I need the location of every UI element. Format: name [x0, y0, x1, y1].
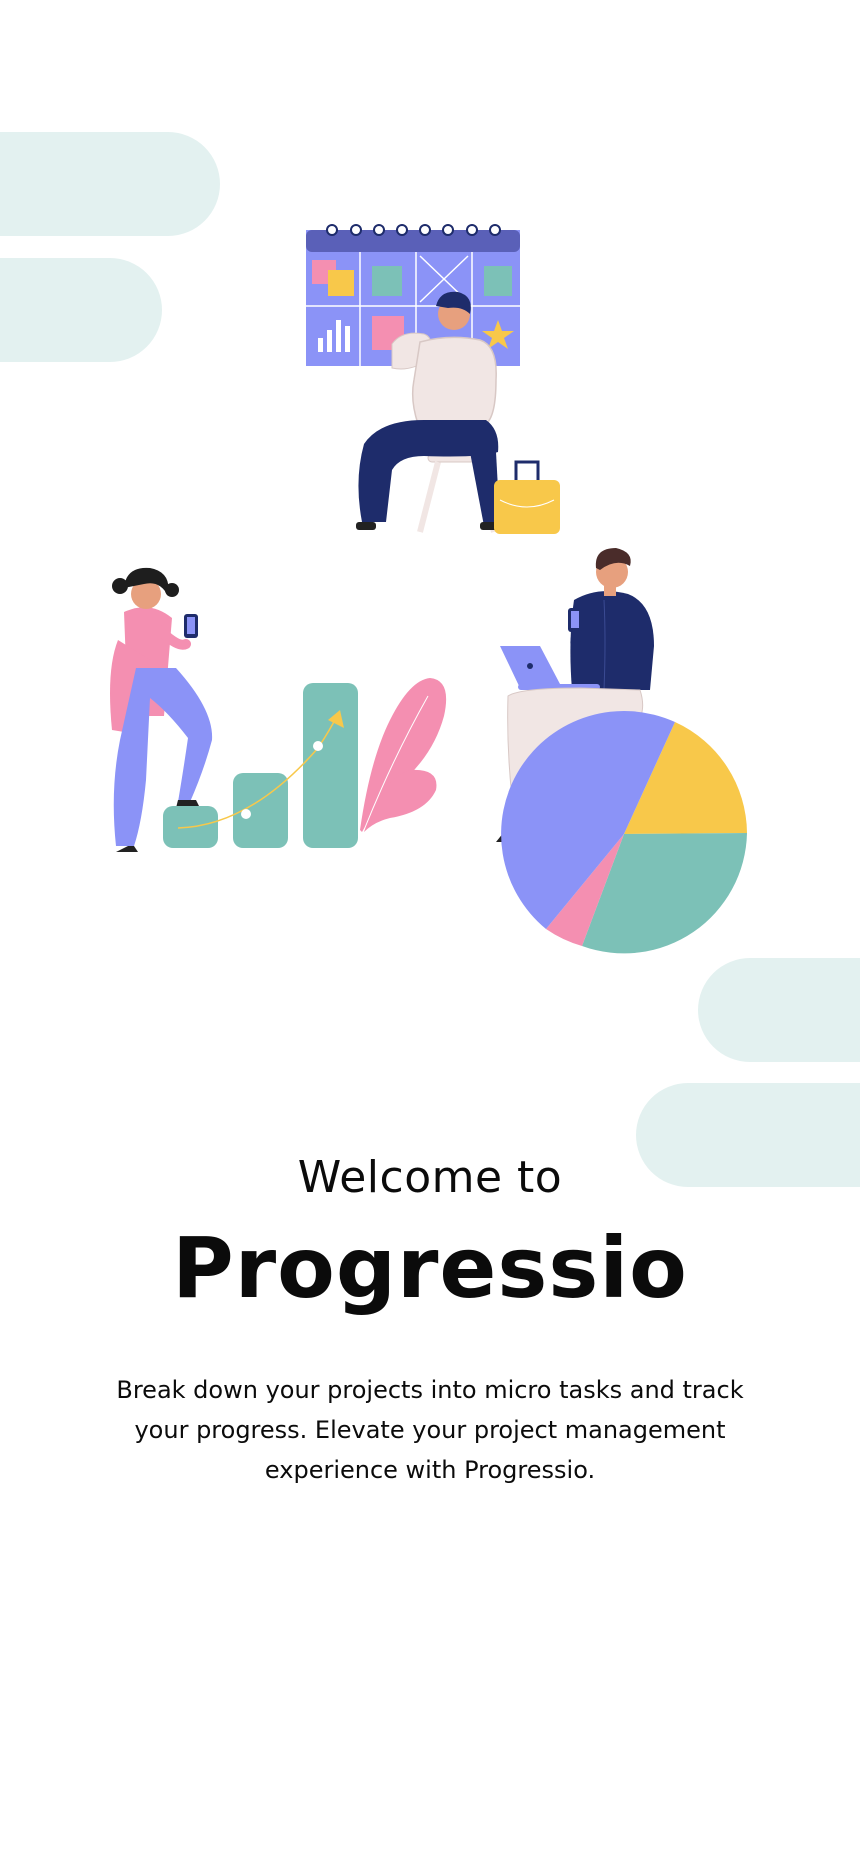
- onboarding-illustration: [110, 224, 747, 954]
- decorative-pill-right-top: [698, 958, 860, 1062]
- bag-icon: [494, 460, 560, 534]
- plant-icon: [360, 678, 447, 832]
- onboarding-description: Break down your projects into micro task…: [116, 1376, 744, 1484]
- welcome-heading: Welcome to: [297, 1152, 563, 1203]
- app-name-title: Progressio: [172, 1219, 688, 1317]
- pie-chart-icon: [501, 710, 747, 954]
